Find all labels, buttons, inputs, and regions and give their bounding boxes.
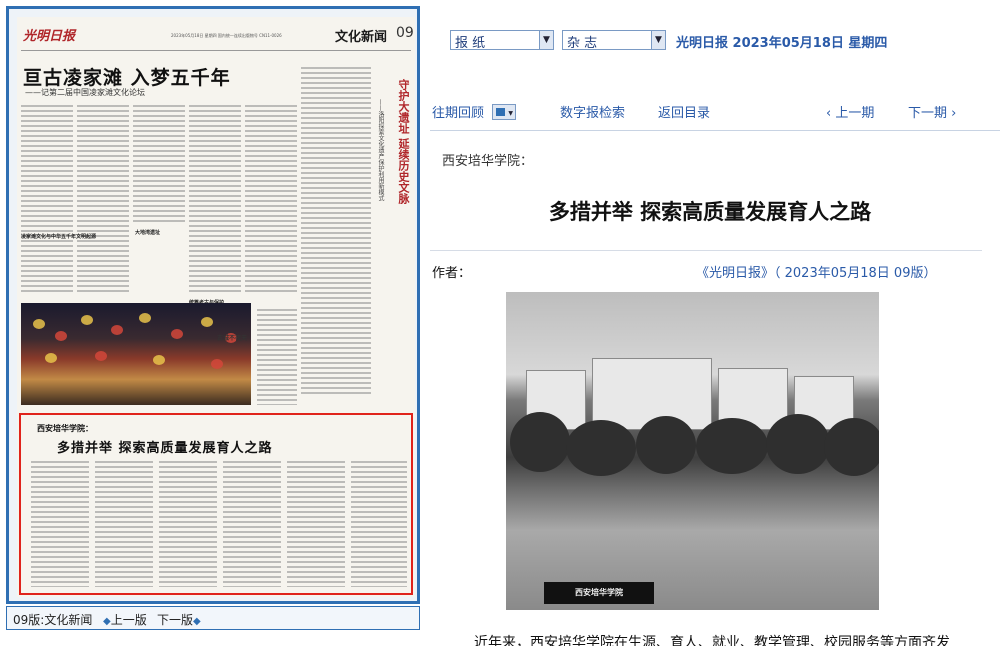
paper-date: 光明日报 2023年05月18日 星期四 <box>676 36 888 51</box>
text-column <box>301 67 371 397</box>
edition-label: 09版:文化新闻 <box>13 613 93 627</box>
chevron-down-icon: ▼ <box>508 110 513 117</box>
newspaper-masthead: 光明日报 2023年05月18日 星期四 国内统一连续出版物号 CN11-002… <box>21 19 414 51</box>
chevron-left-icon: ‹ <box>826 106 836 121</box>
campus-sign: 西安培华学院 <box>544 582 654 604</box>
author-label: 作者： <box>432 266 472 281</box>
newspaper-page-panel: 光明日报 2023年05月18日 星期四 国内统一连续出版物号 CN11-002… <box>6 6 420 604</box>
article-subhead: 大地湾遗址 <box>135 230 161 236</box>
text-column <box>287 461 345 587</box>
text-column <box>223 461 281 587</box>
newspaper-headline[interactable]: 亘古凌家滩 入梦五千年 <box>23 63 231 90</box>
highlighted-article-title: 多措并举 探索高质量发展育人之路 <box>57 441 273 456</box>
archive-calendar-button[interactable]: ▼ <box>492 104 516 120</box>
page-root: 光明日报 2023年05月18日 星期四 国内统一连续出版物号 CN11-002… <box>0 0 1000 646</box>
magazine-select[interactable]: 杂 志 ▼ <box>562 30 666 51</box>
paper-select-value: 报 纸 <box>455 36 486 51</box>
calendar-icon <box>496 108 505 116</box>
prev-issue-label: 上一期 <box>835 106 875 121</box>
highlighted-article-box[interactable]: 西安培华学院： 多措并举 探索高质量发展育人之路 <box>19 413 413 595</box>
chevron-right-icon: › <box>947 106 957 121</box>
text-column <box>95 461 153 587</box>
article-title: 多措并举 探索高质量发展育人之路 <box>548 200 872 224</box>
newspaper-vertical-subtitle: ——洛阳探索文化遗产保护利用新模式 <box>377 99 384 201</box>
text-column <box>21 105 73 295</box>
text-column <box>77 105 129 295</box>
chevron-down-icon[interactable]: ▼ <box>539 31 553 49</box>
edition-nav-bar: 09版:文化新闻 ◆上一版 下一版◆ <box>6 606 420 630</box>
text-column <box>31 461 89 587</box>
text-column <box>245 105 297 295</box>
article-kicker: 西安培华学院： <box>442 154 534 169</box>
newspaper-vertical-title[interactable]: 守护大遗址 延续历史文脉 <box>389 79 410 204</box>
article-source-link[interactable]: 《光明日报》（ 2023年05月18日 09版） <box>696 262 936 281</box>
chevron-down-icon[interactable]: ▼ <box>651 31 665 49</box>
photo-caption: 古城不夜天 <box>217 335 248 342</box>
lantern-festival-photo <box>21 303 251 405</box>
next-edition-link[interactable]: 下一版◆ <box>157 611 201 628</box>
next-edition-label: 下一版 <box>157 613 194 627</box>
text-column <box>159 461 217 587</box>
prev-issue-link[interactable]: ‹ 上一期 <box>826 102 874 121</box>
diamond-icon: ◆ <box>193 616 201 627</box>
campus-photo: 西安培华学院 <box>506 292 879 610</box>
newspaper-page-number: 09 <box>396 25 414 41</box>
digital-search-link[interactable]: 数字报检索 <box>560 102 625 121</box>
prev-edition-link[interactable]: ◆上一版 <box>103 611 147 628</box>
archive-link[interactable]: 往期回顾 <box>432 102 484 121</box>
paper-select[interactable]: 报 纸 ▼ <box>450 30 554 51</box>
prev-edition-label: 上一版 <box>110 613 147 627</box>
next-issue-label: 下一期 <box>908 106 948 121</box>
newspaper-subheadline: ——记第二届中国凌家滩文化论坛 <box>25 88 145 97</box>
text-column <box>189 105 241 295</box>
newspaper-page-image[interactable]: 光明日报 2023年05月18日 星期四 国内统一连续出版物号 CN11-002… <box>17 17 415 597</box>
text-column <box>257 309 297 405</box>
newspaper-logo: 光明日报 <box>23 29 76 44</box>
highlighted-article-kicker: 西安培华学院： <box>37 424 93 433</box>
diamond-icon: ◆ <box>103 616 111 627</box>
article-subhead: 凌家滩文化与中华五千年文明起源 <box>21 234 97 240</box>
text-column <box>351 461 407 587</box>
divider <box>430 130 1000 131</box>
next-issue-link[interactable]: 下一期 › <box>908 102 956 121</box>
newspaper-dateline: 2023年05月18日 星期四 国内统一连续出版物号 CN11-0026 <box>171 33 282 38</box>
newspaper-section-name: 文化新闻 <box>335 30 388 45</box>
divider <box>430 250 982 251</box>
magazine-select-value: 杂 志 <box>567 36 598 51</box>
article-lead-text: 近年来，西安培华学院在生源、育人、就业、教学管理、校园服务等方面齐发 <box>474 635 950 646</box>
text-column <box>133 105 185 225</box>
back-to-index-link[interactable]: 返回目录 <box>658 102 710 121</box>
